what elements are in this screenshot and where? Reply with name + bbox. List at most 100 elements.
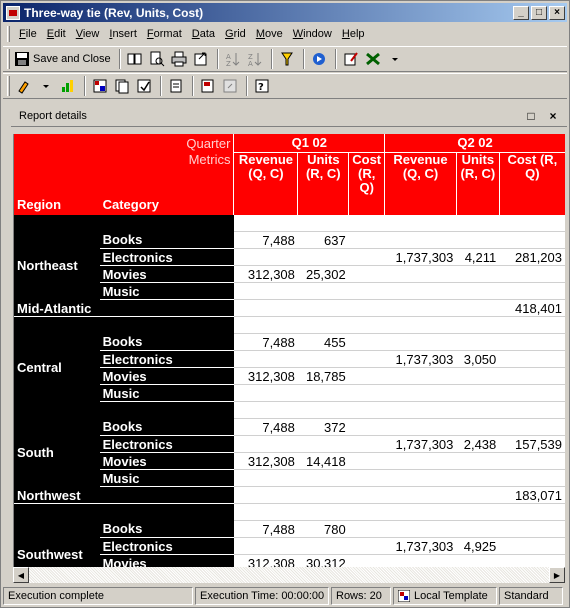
panel-close-icon[interactable]: × (545, 108, 561, 124)
report-wizard-icon[interactable] (134, 76, 154, 96)
scroll-left-icon[interactable]: ◀ (13, 567, 29, 583)
category-label[interactable]: Books (99, 333, 234, 351)
format-icon[interactable] (14, 76, 34, 96)
value-cell[interactable] (384, 265, 457, 283)
metric-header[interactable]: Units (R, C) (297, 152, 350, 195)
value-cell[interactable] (233, 384, 298, 402)
value-cell[interactable] (297, 299, 349, 317)
value-cell[interactable] (348, 299, 385, 317)
value-cell[interactable] (499, 333, 565, 351)
value-cell[interactable] (348, 214, 385, 232)
value-cell[interactable]: 14,418 (297, 452, 349, 470)
value-cell[interactable] (384, 469, 457, 487)
quarter-header-q1[interactable]: Q1 02 (233, 134, 386, 153)
value-cell[interactable] (384, 452, 457, 470)
scroll-right-icon[interactable]: ▶ (549, 567, 565, 583)
chart-icon[interactable] (58, 76, 78, 96)
value-cell[interactable] (456, 554, 500, 567)
value-cell[interactable] (384, 384, 457, 402)
value-cell[interactable] (456, 469, 500, 487)
menu-move[interactable]: Move (251, 28, 288, 40)
region-label[interactable]: Northwest (14, 486, 234, 504)
value-cell[interactable] (456, 299, 500, 317)
value-cell[interactable]: 3,050 (456, 350, 500, 368)
metric-header[interactable]: Units (R, C) (456, 152, 500, 195)
value-cell[interactable] (348, 231, 385, 249)
grid-view-icon[interactable] (90, 76, 110, 96)
value-cell[interactable] (233, 214, 298, 232)
value-cell[interactable] (297, 316, 349, 334)
value-cell[interactable] (456, 486, 500, 504)
value-cell[interactable] (499, 265, 565, 283)
value-cell[interactable] (348, 503, 385, 521)
print-preview-icon[interactable] (147, 49, 167, 69)
metric-header[interactable]: Revenue (Q, C) (384, 152, 457, 195)
value-cell[interactable] (384, 503, 457, 521)
category-label[interactable]: Electronics (99, 248, 234, 266)
value-cell[interactable] (297, 282, 349, 300)
value-cell[interactable] (348, 265, 385, 283)
value-cell[interactable] (348, 537, 385, 555)
menu-edit[interactable]: Edit (42, 28, 71, 40)
save-and-close-button[interactable]: Save and Close (14, 51, 111, 67)
value-cell[interactable] (297, 537, 349, 555)
value-cell[interactable] (499, 231, 565, 249)
value-cell[interactable] (233, 435, 298, 453)
toolbar-grip[interactable] (7, 49, 10, 69)
page-view-icon[interactable] (112, 76, 132, 96)
value-cell[interactable] (456, 282, 500, 300)
menu-window[interactable]: Window (288, 28, 337, 40)
value-cell[interactable]: 25,302 (297, 265, 349, 283)
region-label[interactable]: Mid-Atlantic (14, 299, 234, 317)
menu-format[interactable]: Format (142, 28, 187, 40)
value-cell[interactable]: 1,737,303 (384, 537, 457, 555)
value-cell[interactable] (233, 537, 298, 555)
value-cell[interactable]: 7,488 (233, 520, 298, 538)
value-cell[interactable] (384, 299, 457, 317)
menu-grip[interactable] (7, 26, 10, 42)
value-cell[interactable] (499, 418, 565, 436)
value-cell[interactable] (499, 401, 565, 419)
panel-maximize-icon[interactable]: □ (523, 108, 539, 124)
value-cell[interactable]: 1,737,303 (384, 435, 457, 453)
value-cell[interactable] (297, 469, 349, 487)
metric-header[interactable]: Cost (R, Q) (348, 152, 386, 195)
menu-data[interactable]: Data (187, 28, 220, 40)
value-cell[interactable] (499, 367, 565, 385)
sort-descending-icon[interactable]: ZA (245, 49, 265, 69)
category-label[interactable]: Music (99, 469, 234, 487)
value-cell[interactable]: 780 (297, 520, 349, 538)
value-cell[interactable]: 2,438 (456, 435, 500, 453)
value-cell[interactable] (384, 520, 457, 538)
value-cell[interactable] (384, 282, 457, 300)
value-cell[interactable] (384, 418, 457, 436)
metric-header[interactable]: Revenue (Q, C) (233, 152, 299, 195)
category-label[interactable]: Books (99, 418, 234, 436)
value-cell[interactable]: 281,203 (499, 248, 565, 266)
chevron-down-icon[interactable] (36, 76, 56, 96)
report-details-panel-header[interactable]: Report details □ × (11, 105, 567, 127)
value-cell[interactable]: 1,737,303 (384, 248, 457, 266)
value-cell[interactable] (384, 316, 457, 334)
value-cell[interactable] (499, 384, 565, 402)
value-cell[interactable] (297, 384, 349, 402)
value-cell[interactable] (499, 554, 565, 567)
value-cell[interactable] (348, 418, 385, 436)
value-cell[interactable] (456, 316, 500, 334)
value-cell[interactable]: 157,539 (499, 435, 565, 453)
region-header[interactable]: Region (14, 194, 100, 215)
category-header[interactable]: Category (99, 194, 178, 215)
value-cell[interactable] (499, 503, 565, 521)
value-cell[interactable] (348, 282, 385, 300)
excel-icon[interactable] (363, 49, 383, 69)
export-icon[interactable] (191, 49, 211, 69)
value-cell[interactable]: 372 (297, 418, 349, 436)
category-label[interactable]: Music (99, 384, 234, 402)
value-cell[interactable] (384, 231, 457, 249)
value-cell[interactable] (456, 452, 500, 470)
value-cell[interactable] (233, 503, 298, 521)
menu-grid[interactable]: Grid (220, 28, 251, 40)
value-cell[interactable] (384, 401, 457, 419)
menu-view[interactable]: View (71, 28, 105, 40)
value-cell[interactable] (348, 554, 385, 567)
